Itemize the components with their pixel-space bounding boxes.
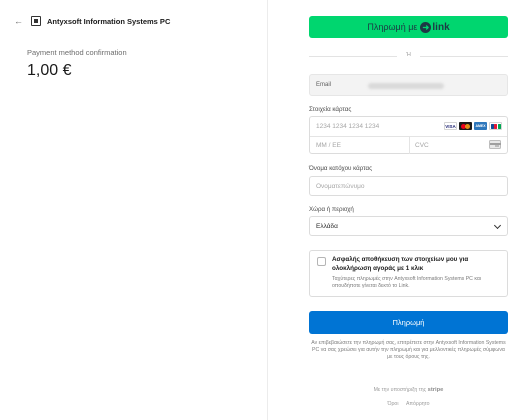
country-select[interactable]: Ελλάδα [309, 216, 508, 236]
or-divider: Ή [309, 51, 508, 61]
link-arrow-icon: ➜ [420, 21, 432, 33]
link-logo: ➜ link [420, 21, 450, 33]
pay-with-link-button[interactable]: Πληρωμή με ➜ link [309, 16, 508, 38]
arrow-left-icon[interactable]: ← [14, 16, 24, 26]
cvc-card-icon [489, 140, 501, 149]
save-info-title: Ασφαλής αποθήκευση των στοιχείων μου για… [332, 256, 469, 272]
save-info-description: Ταχύτερες πληρωμές στην Antyxsoft Inform… [332, 276, 482, 289]
card-details-group: 1234 1234 1234 1234 VISA AMEX MM / ΕΕ CV… [309, 116, 508, 154]
link-brand-word: link [432, 21, 450, 33]
card-details-label: Στοιχεία κάρτας [309, 106, 352, 113]
card-brands: VISA AMEX [444, 122, 502, 130]
payment-method-label: Payment method confirmation [27, 48, 127, 57]
expiry-input[interactable]: MM / ΕΕ [316, 142, 341, 149]
payment-form: Πληρωμή με ➜ link Ή Email Στοιχεία κάρτα… [268, 0, 529, 420]
email-value-redacted [368, 83, 444, 89]
terms-link[interactable]: Όροι [387, 401, 398, 407]
merchant-logo-icon [31, 16, 41, 26]
cvc-input[interactable]: CVC [415, 142, 429, 149]
link-button-label: Πληρωμή με [367, 22, 418, 32]
cardholder-label: Όνομα κατόχου κάρτας [309, 165, 373, 172]
save-info-box: Ασφαλής αποθήκευση των στοιχείων μου για… [309, 250, 508, 297]
or-text: Ή [406, 52, 411, 58]
consent-text: Αν επιβεβαιώσετε την πληρωμή σας, επιτρέ… [311, 340, 506, 361]
merchant-name: Antyxsoft Information Systems PC [47, 16, 171, 26]
powered-by-text: Με την υποστήριξη της [373, 387, 427, 393]
stripe-logo: stripe [427, 387, 444, 393]
powered-by-stripe[interactable]: Με την υποστήριξη της stripe [309, 387, 508, 393]
pay-button[interactable]: Πληρωμή [309, 311, 508, 334]
country-value: Ελλάδα [316, 223, 338, 230]
pay-button-label: Πληρωμή [392, 318, 425, 327]
chevron-down-icon [493, 221, 502, 230]
save-info-checkbox[interactable] [317, 257, 326, 266]
email-label: Email [316, 82, 332, 88]
card-number-input[interactable]: 1234 1234 1234 1234 [316, 123, 379, 130]
amex-icon: AMEX [474, 122, 487, 130]
cardholder-name-input[interactable]: Ονοματεπώνυμο [309, 176, 508, 196]
order-summary-panel: ← Antyxsoft Information Systems PC Payme… [0, 0, 267, 420]
amount: 1,00 € [27, 62, 72, 79]
cardholder-placeholder: Ονοματεπώνυμο [316, 183, 365, 190]
privacy-link[interactable]: Απόρρητο [406, 401, 430, 407]
visa-icon: VISA [444, 122, 457, 130]
email-field[interactable]: Email [309, 74, 508, 96]
mastercard-icon [459, 122, 472, 130]
country-label: Χώρα ή περιοχή [309, 206, 354, 213]
card-divider-vertical [409, 136, 410, 154]
footer-links: Όροι Απόρρητο [309, 401, 508, 407]
jcb-icon [489, 122, 502, 130]
merchant-header[interactable]: ← Antyxsoft Information Systems PC [14, 16, 170, 26]
